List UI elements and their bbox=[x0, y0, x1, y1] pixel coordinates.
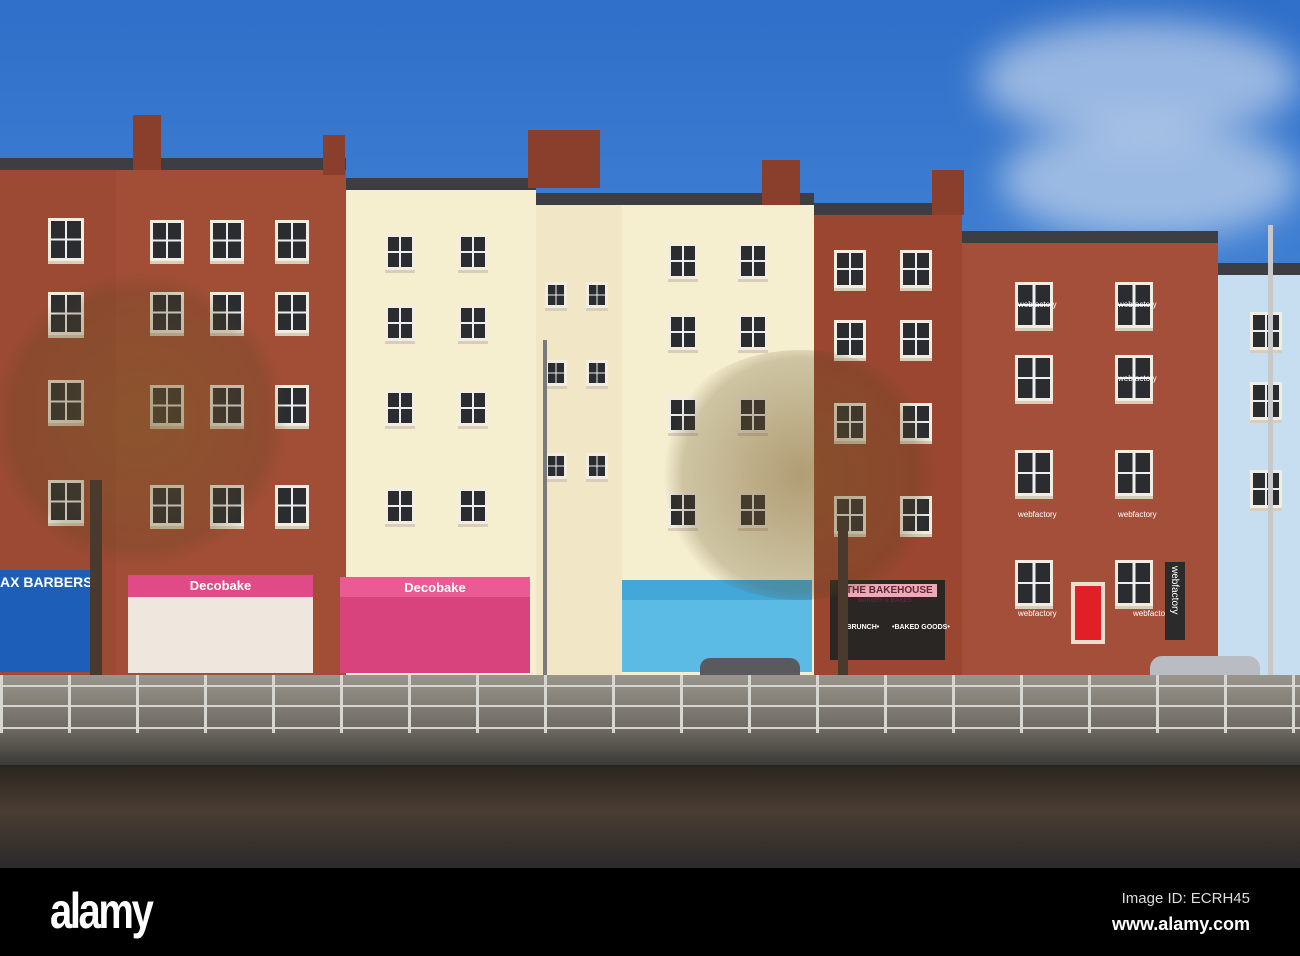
bakehouse-subtitle: BAKERY & BAKES bbox=[858, 598, 912, 604]
railing-post bbox=[340, 675, 343, 733]
window bbox=[545, 453, 567, 480]
window bbox=[586, 360, 608, 387]
window bbox=[1015, 355, 1053, 401]
cloud bbox=[1000, 120, 1300, 240]
railing-post bbox=[476, 675, 479, 733]
window bbox=[586, 453, 608, 480]
baked-goods-label: •BAKED GOODS• bbox=[892, 624, 950, 631]
railing-post bbox=[1224, 675, 1227, 733]
railing-post bbox=[1156, 675, 1159, 733]
barber-sign: AX BARBERS bbox=[0, 574, 93, 590]
webfactory-window-label: webfactory bbox=[1118, 510, 1157, 519]
window bbox=[668, 314, 698, 350]
railing-post bbox=[884, 675, 887, 733]
railing-post bbox=[408, 675, 411, 733]
window bbox=[1115, 560, 1153, 606]
barber-shop: AX BARBERS bbox=[0, 570, 98, 672]
window bbox=[275, 220, 309, 261]
window bbox=[458, 234, 488, 270]
window bbox=[275, 485, 309, 526]
railing-post bbox=[136, 675, 139, 733]
window bbox=[48, 218, 84, 262]
building bbox=[536, 205, 622, 675]
alamy-logo: alamy bbox=[50, 883, 154, 939]
window bbox=[1115, 450, 1153, 496]
railing-post bbox=[1088, 675, 1091, 733]
window bbox=[1250, 312, 1282, 351]
window bbox=[545, 360, 567, 387]
railing bbox=[0, 727, 1300, 729]
railing-post bbox=[680, 675, 683, 733]
window bbox=[385, 234, 415, 270]
webfactory-window-label: webfactory bbox=[1018, 609, 1057, 618]
street-lamp bbox=[543, 340, 547, 675]
red-door bbox=[1071, 582, 1105, 644]
railing-post bbox=[68, 675, 71, 733]
window bbox=[210, 220, 244, 261]
webfactory-window-label: webfactory bbox=[1118, 300, 1157, 309]
railing-post bbox=[748, 675, 751, 733]
decobake-sign: Decobake bbox=[189, 578, 252, 593]
railing-post bbox=[272, 675, 275, 733]
railing-post bbox=[204, 675, 207, 733]
footer-bar: alamy Image ID: ECRH45 www.alamy.com bbox=[0, 868, 1300, 956]
railing-post bbox=[1020, 675, 1023, 733]
window bbox=[150, 220, 184, 261]
window bbox=[545, 282, 567, 309]
railing-post bbox=[1292, 675, 1295, 733]
window bbox=[458, 488, 488, 524]
chimney bbox=[762, 160, 800, 205]
railing-post bbox=[544, 675, 547, 733]
window bbox=[738, 243, 768, 279]
window bbox=[738, 314, 768, 350]
window bbox=[458, 390, 488, 426]
website-url: www.alamy.com bbox=[1111, 914, 1250, 934]
railing-post bbox=[816, 675, 819, 733]
decobake-shop-2: Decobake bbox=[340, 577, 530, 673]
flag-pole bbox=[1268, 225, 1273, 680]
photo-scene: webfactory webfactory webfactory webfactory… bbox=[0, 0, 1300, 868]
window bbox=[275, 292, 309, 333]
decobake-sign: Decobake bbox=[404, 580, 466, 595]
window bbox=[385, 305, 415, 341]
window bbox=[385, 488, 415, 524]
tree bbox=[650, 350, 950, 600]
image-id: Image ID: ECRH45 bbox=[1121, 890, 1250, 907]
window bbox=[900, 250, 932, 289]
window bbox=[1250, 470, 1282, 509]
window bbox=[834, 250, 866, 289]
webfactory-banner: webfactory bbox=[1165, 562, 1185, 640]
tree-trunk bbox=[90, 480, 102, 680]
tree bbox=[0, 270, 290, 570]
railing-post bbox=[0, 675, 3, 733]
decobake-shop-1: Decobake bbox=[128, 575, 313, 673]
webfactory-window-label: webfactory bbox=[1118, 374, 1157, 383]
window bbox=[385, 390, 415, 426]
railing bbox=[0, 705, 1300, 707]
boardwalk bbox=[0, 675, 1300, 765]
brunch-label: •BRUNCH• bbox=[844, 624, 880, 631]
window bbox=[1015, 450, 1053, 496]
window bbox=[834, 320, 866, 359]
chimney bbox=[932, 170, 964, 215]
tree-trunk bbox=[838, 520, 848, 680]
window bbox=[1015, 560, 1053, 606]
chimney bbox=[133, 115, 161, 170]
window bbox=[900, 320, 932, 359]
chimney bbox=[323, 135, 345, 175]
webfactory-window-label: webfactory bbox=[1018, 510, 1057, 519]
chimney bbox=[528, 130, 600, 188]
river bbox=[0, 765, 1300, 868]
window bbox=[668, 243, 698, 279]
window bbox=[1250, 382, 1282, 421]
webfactory-window-label: webfactory bbox=[1018, 300, 1057, 309]
window bbox=[586, 282, 608, 309]
railing-post bbox=[612, 675, 615, 733]
window bbox=[458, 305, 488, 341]
railing bbox=[0, 685, 1300, 687]
railing-post bbox=[952, 675, 955, 733]
